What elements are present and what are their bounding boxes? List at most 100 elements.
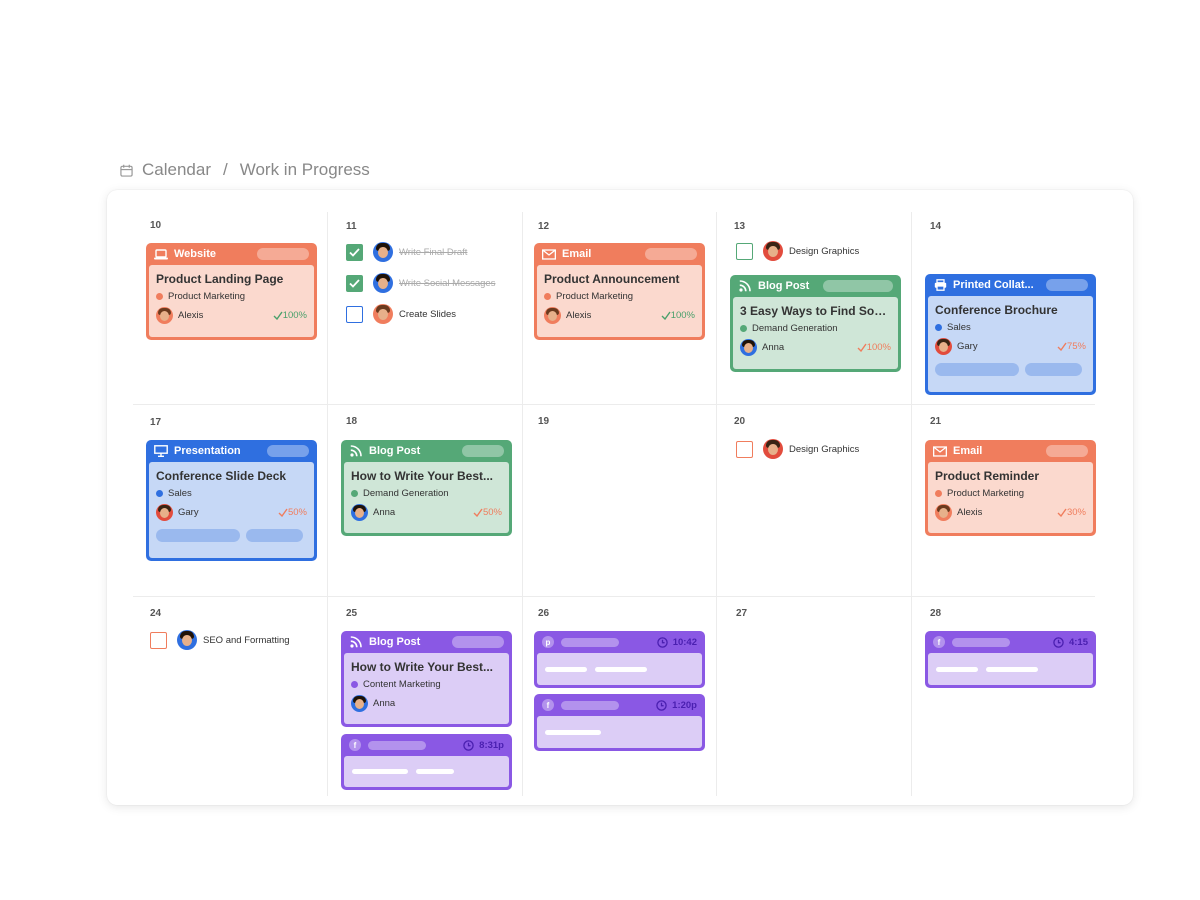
card-title: Conference Brochure bbox=[935, 303, 1058, 317]
task-item[interactable]: Write Final Draft bbox=[346, 242, 467, 262]
placeholder-line bbox=[936, 666, 978, 672]
social-post-card[interactable]: f 1:20p bbox=[534, 694, 705, 751]
content-card[interactable]: Email Product Reminder Product Marketing… bbox=[925, 440, 1096, 536]
category-dot bbox=[935, 324, 942, 331]
progress-value: 75% bbox=[1066, 341, 1086, 352]
grid-divider bbox=[911, 212, 912, 796]
placeholder-line bbox=[352, 769, 408, 774]
progress-value: 50% bbox=[287, 507, 307, 518]
day-number: 27 bbox=[736, 608, 748, 619]
placeholder-pill bbox=[645, 248, 697, 260]
pinterest-icon: p bbox=[542, 636, 554, 648]
day-number: 13 bbox=[734, 221, 746, 232]
card-type: Website bbox=[174, 248, 216, 260]
laptop-icon bbox=[154, 247, 168, 261]
avatar bbox=[373, 273, 393, 293]
progress-value: 100% bbox=[670, 310, 695, 321]
progress: 50% bbox=[278, 507, 307, 518]
card-category: Sales bbox=[947, 322, 971, 333]
card-type: Presentation bbox=[174, 445, 241, 457]
content-card[interactable]: Email Product Announcement Product Marke… bbox=[534, 243, 705, 340]
placeholder-line bbox=[545, 729, 601, 735]
card-type: Email bbox=[562, 248, 592, 260]
scheduled-time: 8:31p bbox=[463, 740, 504, 751]
category-dot bbox=[156, 490, 163, 497]
grid-divider bbox=[133, 596, 1095, 597]
clock-icon bbox=[1053, 636, 1064, 648]
placeholder-pill bbox=[267, 445, 309, 457]
scheduled-time: 4:15 bbox=[1053, 637, 1088, 648]
checkbox[interactable] bbox=[346, 274, 363, 292]
card-category: Product Marketing bbox=[556, 291, 634, 302]
card-category: Demand Generation bbox=[363, 488, 449, 499]
card-title: 3 Easy Ways to Find Social... bbox=[740, 304, 891, 318]
avatar bbox=[351, 695, 368, 712]
social-post-card[interactable]: f 8:31p bbox=[341, 734, 512, 790]
task-label: Create Slides bbox=[399, 308, 457, 320]
content-card[interactable]: Blog Post How to Write Your Best... Dema… bbox=[341, 440, 512, 536]
content-card[interactable]: Presentation Conference Slide Deck Sales… bbox=[146, 440, 317, 561]
owner-name: Alexis bbox=[957, 507, 983, 518]
placeholder-pill bbox=[561, 700, 619, 710]
category-dot bbox=[544, 293, 551, 300]
card-type: Blog Post bbox=[369, 445, 421, 457]
clock-icon bbox=[656, 636, 668, 648]
checkbox[interactable] bbox=[150, 631, 167, 649]
progress: 50% bbox=[473, 507, 502, 518]
rss-icon bbox=[349, 635, 363, 649]
check-icon bbox=[273, 311, 283, 320]
day-number: 25 bbox=[346, 608, 358, 619]
task-label: Design Graphics bbox=[789, 245, 860, 257]
category-dot bbox=[156, 293, 163, 300]
check-icon bbox=[1057, 508, 1067, 517]
time-value: 8:31p bbox=[479, 739, 504, 751]
category-dot bbox=[935, 490, 942, 497]
task-item[interactable]: SEO and Formatting bbox=[150, 630, 290, 650]
avatar bbox=[351, 504, 368, 521]
card-category: Content Marketing bbox=[363, 679, 441, 690]
time-value: 1:20p bbox=[672, 699, 697, 711]
avatar bbox=[763, 241, 783, 261]
scheduled-time: 10:42 bbox=[656, 636, 697, 648]
task-item[interactable]: Write Social Messages bbox=[346, 273, 495, 293]
checkbox[interactable] bbox=[736, 440, 753, 458]
check-icon bbox=[1057, 342, 1067, 351]
content-card[interactable]: Website Product Landing Page Product Mar… bbox=[146, 243, 317, 340]
breadcrumb-root[interactable]: Calendar bbox=[142, 160, 211, 180]
task-label: Write Final Draft bbox=[399, 246, 468, 258]
check-icon bbox=[857, 343, 867, 352]
task-item[interactable]: Design Graphics bbox=[736, 241, 859, 261]
checkbox[interactable] bbox=[346, 243, 363, 261]
checkbox[interactable] bbox=[736, 242, 753, 260]
card-category: Sales bbox=[168, 488, 192, 499]
progress: 100% bbox=[857, 342, 891, 353]
content-card[interactable]: Printed Collat... Conference Brochure Sa… bbox=[925, 274, 1096, 395]
progress-value: 30% bbox=[1066, 507, 1086, 518]
content-card[interactable]: Blog Post How to Write Your Best... Cont… bbox=[341, 631, 512, 727]
grid-divider bbox=[133, 404, 1095, 405]
placeholder-pill bbox=[1046, 445, 1088, 457]
avatar bbox=[373, 242, 393, 262]
placeholder-line bbox=[416, 769, 454, 774]
facebook-icon: f bbox=[349, 739, 361, 751]
clock-icon bbox=[656, 699, 667, 711]
time-value: 4:15 bbox=[1068, 636, 1088, 648]
card-category: Product Marketing bbox=[947, 488, 1025, 499]
social-post-card[interactable]: f 4:15 bbox=[925, 631, 1096, 688]
day-number: 14 bbox=[930, 221, 942, 232]
card-type: Printed Collat... bbox=[953, 279, 1034, 291]
owner-name: Gary bbox=[178, 507, 199, 518]
category-dot bbox=[351, 490, 358, 497]
content-card[interactable]: Blog Post 3 Easy Ways to Find Social... … bbox=[730, 275, 901, 372]
checkbox[interactable] bbox=[346, 305, 363, 323]
avatar bbox=[156, 307, 173, 324]
day-number: 21 bbox=[930, 416, 942, 427]
placeholder-pill bbox=[246, 529, 303, 542]
task-item[interactable]: Create Slides bbox=[346, 304, 456, 324]
owner-name: Anna bbox=[762, 342, 785, 353]
grid-divider bbox=[716, 212, 717, 796]
social-post-card[interactable]: p 10:42 bbox=[534, 631, 705, 688]
facebook-icon: f bbox=[542, 699, 554, 711]
task-item[interactable]: Design Graphics bbox=[736, 439, 859, 459]
avatar bbox=[935, 338, 952, 355]
